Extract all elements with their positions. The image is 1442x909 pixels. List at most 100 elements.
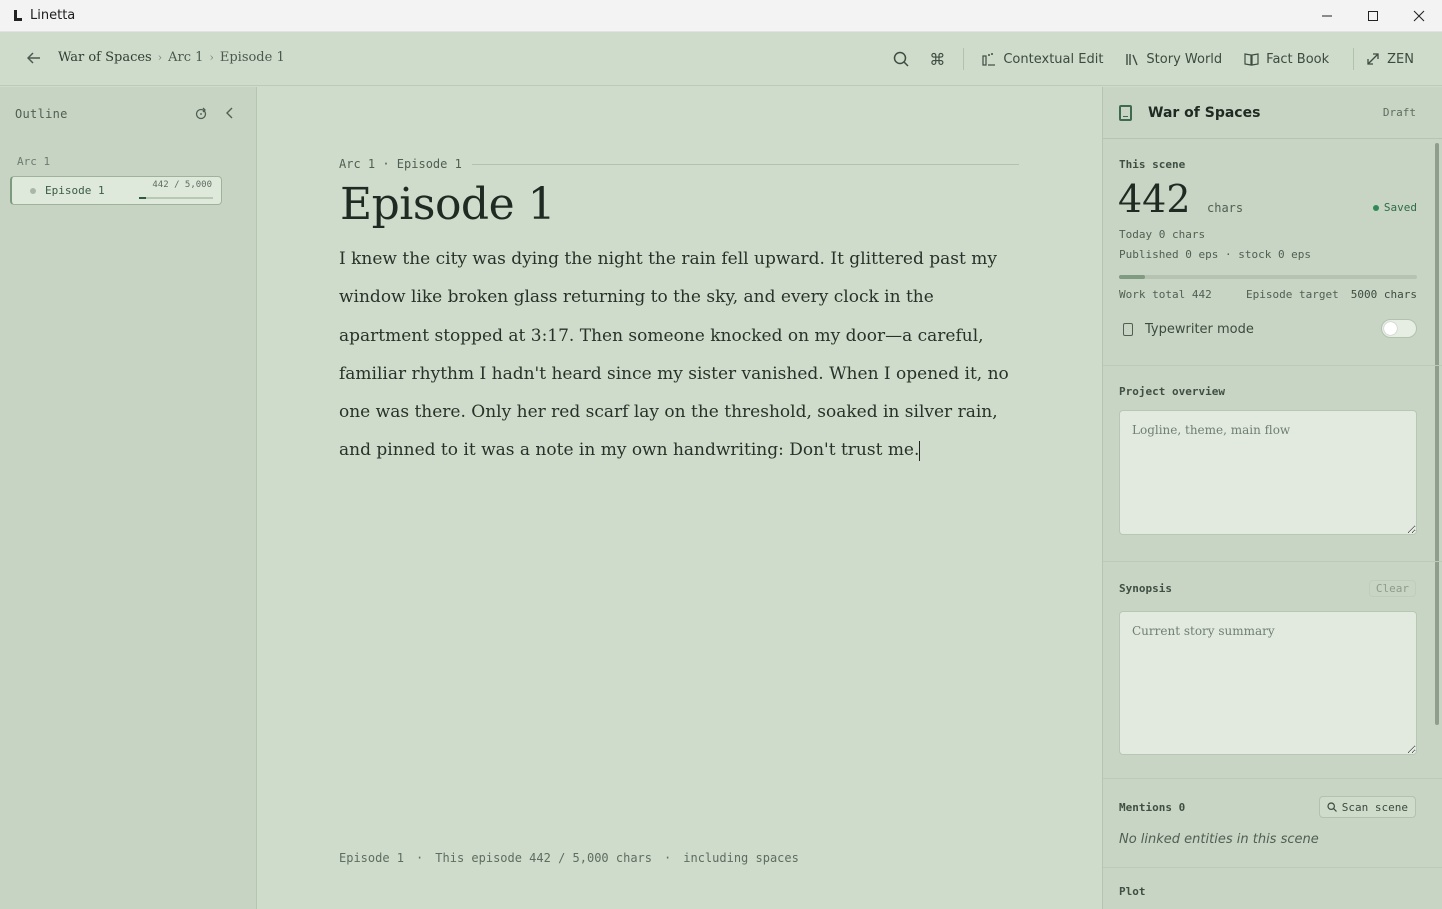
story-world-label: Story World — [1146, 51, 1223, 67]
scene-char-count: 442 — [1118, 177, 1191, 221]
back-button[interactable] — [24, 48, 44, 68]
inspector-panel: War of Spaces Draft This scene 442 chars… — [1102, 87, 1442, 909]
outline-sidebar: Outline Arc 1 Episode 1 442 / 5,000 — [0, 87, 257, 909]
scene-char-unit: chars — [1207, 201, 1244, 215]
app-name: Linetta — [30, 8, 76, 23]
synopsis-label: Synopsis — [1119, 582, 1172, 595]
section-divider — [1103, 365, 1442, 366]
collapse-sidebar-button[interactable] — [220, 103, 240, 123]
footer-count: This episode 442 / 5,000 chars — [435, 851, 653, 865]
breadcrumb-project[interactable]: War of Spaces — [58, 50, 152, 65]
mentions-label: Mentions 0 — [1119, 801, 1186, 814]
editor-crumb-text: Arc 1 · Episode 1 — [339, 157, 462, 171]
sync-icon — [195, 107, 206, 119]
outline-title: Outline — [15, 107, 68, 121]
outline-sync-button[interactable] — [191, 103, 211, 123]
episode-progress-bar — [139, 197, 213, 199]
status-badge: Draft — [1382, 106, 1416, 119]
section-divider — [1103, 867, 1442, 868]
maximize-button[interactable] — [1350, 0, 1396, 32]
footer-dot: · — [664, 851, 672, 865]
panel-header: War of Spaces Draft — [1103, 87, 1442, 139]
footer-note: including spaces — [683, 851, 799, 865]
synopsis-input[interactable] — [1119, 611, 1417, 755]
contextual-edit-button[interactable]: Contextual Edit — [982, 52, 1103, 67]
open-book-icon — [1244, 53, 1259, 66]
story-world-button[interactable]: Story World — [1125, 52, 1222, 67]
scene-stats: Work total 442 Episode target 5000 chars — [1119, 288, 1417, 301]
breadcrumb-arc[interactable]: Arc 1 — [168, 50, 203, 65]
footer-dot: · — [416, 851, 424, 865]
command-palette-button[interactable]: ⌘ — [923, 45, 951, 73]
search-icon — [1327, 802, 1337, 812]
minimize-icon — [1322, 15, 1332, 17]
episode-status-dot — [30, 188, 36, 194]
breadcrumb-separator: › — [157, 51, 163, 64]
project-overview-input[interactable] — [1119, 410, 1417, 535]
breadcrumb-episode: Episode 1 — [219, 50, 285, 65]
search-button[interactable] — [887, 45, 915, 73]
search-icon — [894, 51, 909, 67]
chevron-left-icon — [226, 107, 233, 119]
project-name: War of Spaces — [1148, 105, 1261, 121]
section-divider — [1103, 778, 1442, 779]
editor-area: Arc 1 · Episode 1 Episode 1 I knew the c… — [258, 87, 1101, 909]
command-icon: ⌘ — [929, 49, 946, 69]
episode-title[interactable]: Episode 1 — [340, 179, 556, 230]
breadcrumb: War of Spaces › Arc 1 › Episode 1 — [58, 50, 285, 65]
this-scene-label: This scene — [1119, 158, 1186, 171]
episode-label: Episode 1 — [45, 184, 105, 197]
close-button[interactable] — [1396, 0, 1442, 32]
maximize-icon — [1368, 11, 1378, 21]
plot-label: Plot — [1119, 885, 1146, 898]
arrow-left-icon — [27, 52, 40, 64]
editor-crumb: Arc 1 · Episode 1 — [339, 157, 1019, 171]
work-total: Work total 442 — [1119, 288, 1212, 301]
scan-scene-button[interactable]: Scan scene — [1318, 796, 1416, 818]
contextual-edit-icon — [982, 53, 996, 66]
published-eps: Published 0 eps · stock 0 eps — [1119, 248, 1312, 261]
section-divider — [1103, 561, 1442, 562]
toolbar-divider — [1353, 48, 1355, 70]
text-caret — [919, 440, 921, 461]
editor-footer: Episode 1 · This episode 442 / 5,000 cha… — [339, 851, 799, 865]
zen-mode-label: ZEN — [1387, 51, 1414, 67]
episode-count: 442 / 5,000 — [152, 180, 212, 190]
episode-target-label: Episode target — [1246, 288, 1339, 301]
close-icon — [1413, 10, 1425, 22]
expand-icon — [1367, 53, 1379, 65]
episode-target: Episode target 5000 chars — [1246, 288, 1417, 301]
scan-scene-label: Scan scene — [1341, 800, 1408, 814]
title-bar: Linetta — [0, 0, 1442, 32]
library-icon — [1126, 54, 1139, 66]
project-overview-label: Project overview — [1119, 385, 1225, 398]
saved-label: Saved — [1383, 201, 1417, 214]
fact-book-label: Fact Book — [1266, 51, 1330, 67]
typewriter-mode-row: Typewriter mode — [1119, 319, 1417, 339]
fact-book-button[interactable]: Fact Book — [1244, 52, 1329, 67]
manuscript-paragraph: I knew the city was dying the night the … — [339, 249, 1009, 461]
episode-target-progress — [1119, 275, 1417, 279]
minimize-button[interactable] — [1304, 0, 1350, 32]
manuscript-text[interactable]: I knew the city was dying the night the … — [339, 240, 1029, 470]
typewriter-mode-toggle[interactable] — [1381, 319, 1417, 338]
panel-scrollbar[interactable] — [1435, 143, 1439, 725]
clear-synopsis-button[interactable]: Clear — [1368, 580, 1416, 597]
mentions-empty-text: No linked entities in this scene — [1119, 832, 1319, 847]
book-icon — [1119, 105, 1132, 121]
app-logo-icon — [13, 9, 23, 22]
arc-label[interactable]: Arc 1 — [17, 155, 50, 168]
episode-target-fill — [1119, 275, 1146, 279]
app-header: War of Spaces › Arc 1 › Episode 1 ⌘ Cont… — [0, 32, 1442, 86]
saved-dot-icon — [1372, 204, 1379, 211]
contextual-edit-label: Contextual Edit — [1003, 51, 1104, 67]
saved-status: Saved — [1372, 201, 1417, 214]
breadcrumb-separator: › — [209, 51, 214, 64]
episode-target-value: 5000 chars — [1350, 288, 1417, 301]
window-controls — [1304, 0, 1442, 32]
typewriter-icon — [1123, 322, 1133, 336]
zen-mode-button[interactable]: ZEN — [1366, 52, 1414, 67]
outline-episode-item[interactable]: Episode 1 442 / 5,000 — [10, 176, 222, 205]
toolbar-divider — [963, 48, 965, 70]
typewriter-mode-label: Typewriter mode — [1145, 321, 1254, 337]
